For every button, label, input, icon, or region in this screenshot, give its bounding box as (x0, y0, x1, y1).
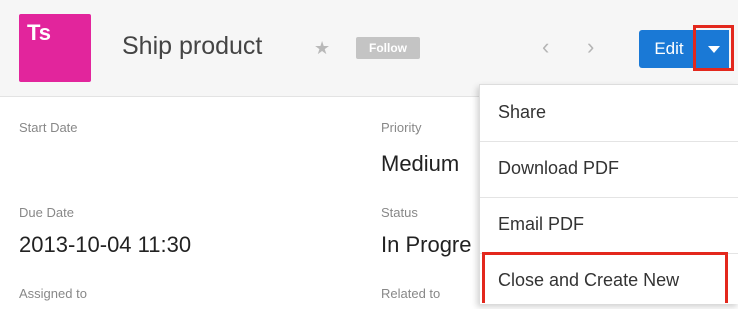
menu-item-email-pdf[interactable]: Email PDF (480, 197, 738, 254)
menu-item-download-pdf[interactable]: Download PDF (480, 141, 738, 198)
menu-item-label: Download PDF (498, 158, 620, 178)
related-to-label: Related to (381, 286, 441, 301)
status-value: In Progre (381, 232, 472, 257)
due-date-label: Due Date (19, 205, 74, 220)
record-header: Ts Ship product ★ Follow ‹ › Edit (0, 0, 738, 97)
menu-item-highlight-box (482, 252, 728, 303)
menu-item-share[interactable]: Share (480, 85, 738, 142)
previous-record-icon[interactable]: ‹ (542, 34, 549, 60)
next-record-icon[interactable]: › (587, 34, 594, 60)
priority-value: Medium (381, 151, 460, 176)
assigned-to-label: Assigned to (19, 286, 87, 301)
avatar-initials: Ts (27, 20, 52, 45)
dropdown-highlight-box (693, 25, 734, 71)
follow-button[interactable]: Follow (356, 37, 420, 59)
start-date-label: Start Date (19, 120, 78, 135)
priority-label: Priority (381, 120, 422, 135)
favorite-star-icon[interactable]: ★ (314, 38, 330, 59)
due-date-value: 2013-10-04 11:30 (19, 232, 192, 257)
menu-item-label: Email PDF (498, 214, 585, 234)
record-title: Ship product (122, 32, 263, 60)
edit-button[interactable]: Edit (639, 30, 699, 68)
record-avatar: Ts (19, 14, 91, 82)
status-label: Status (381, 205, 418, 220)
menu-item-label: Share (498, 102, 547, 122)
